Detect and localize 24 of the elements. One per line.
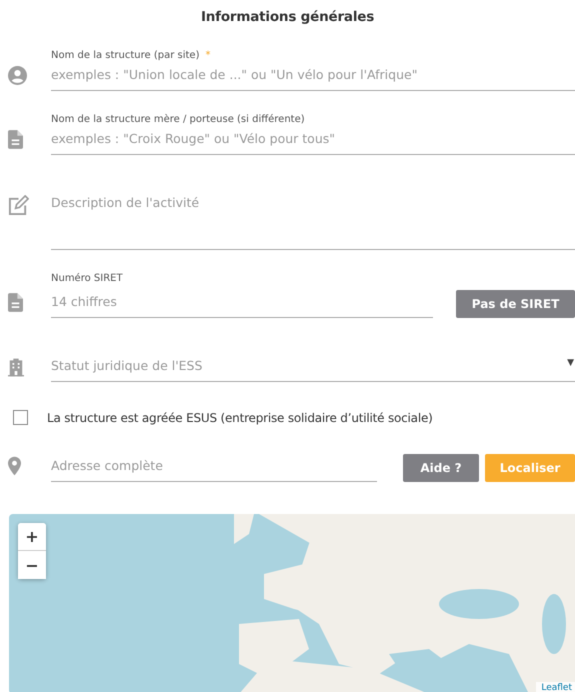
required-mark: * — [205, 50, 210, 61]
checkbox-label: La structure est agréée ESUS (entreprise solidaire d’utilité sociale) — [47, 410, 433, 424]
field-label: Nom de la structure mère / porteuse (si différente) — [51, 114, 305, 125]
field-label: Numéro SIRET — [51, 273, 123, 284]
document-icon — [8, 130, 23, 149]
leaflet-link[interactable]: Leaflet — [536, 682, 575, 692]
zoom-out-button[interactable]: − — [18, 551, 46, 579]
user-icon — [8, 66, 27, 85]
input-field[interactable]: 14 chiffres — [51, 294, 433, 318]
help-button[interactable]: Aide ? — [403, 454, 479, 482]
input-field[interactable]: exemples : "Croix Rouge" ou "Vélo pour tous" — [51, 131, 575, 155]
zoom-in-button[interactable]: + — [18, 523, 46, 551]
select-field[interactable]: Statut juridique de l'ESS ▼ — [51, 358, 575, 382]
checkbox[interactable] — [13, 410, 28, 425]
location-pin-icon — [8, 456, 21, 476]
edit-icon — [8, 195, 29, 216]
description-field[interactable]: Description de l'activité — [51, 195, 575, 250]
field-label: Nom de la structure (par site) — [51, 50, 200, 61]
document-icon — [8, 293, 23, 312]
input-field[interactable]: exemples : "Union locale de ..." ou "Un vélo pour l'Afrique" — [51, 67, 575, 91]
input-field[interactable]: Adresse complète — [51, 458, 377, 482]
no-siret-button[interactable]: Pas de SIRET — [456, 290, 575, 318]
building-icon — [8, 358, 24, 377]
section-title: Informations générales — [200, 8, 376, 27]
